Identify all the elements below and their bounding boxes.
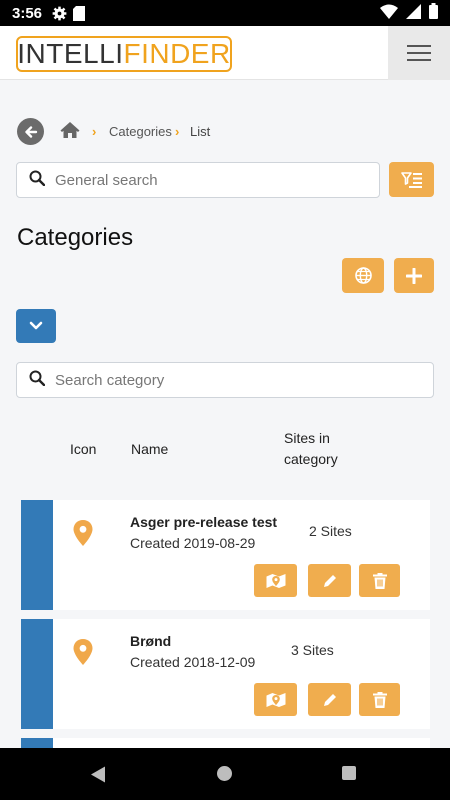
nav-recents-icon[interactable] (342, 766, 356, 780)
category-created: Created 2019-08-29 (130, 535, 256, 551)
expand-toggle-button[interactable] (16, 309, 56, 343)
category-name: Brønd (130, 633, 172, 649)
category-search-input[interactable] (55, 371, 355, 389)
signal-icon (406, 3, 421, 23)
category-color-stripe (21, 500, 53, 610)
back-arrow-icon[interactable] (17, 118, 44, 145)
category-color-stripe (21, 738, 53, 748)
trash-icon[interactable] (359, 683, 400, 716)
home-icon[interactable] (60, 121, 80, 144)
filter-list-icon[interactable] (389, 162, 434, 197)
pencil-icon[interactable] (308, 564, 351, 597)
category-row[interactable]: Asger pre-release test Created 2019-08-2… (21, 500, 430, 610)
category-name: Asger pre-release test (130, 514, 278, 530)
battery-icon (429, 3, 438, 23)
category-color-stripe (21, 619, 53, 729)
column-header-name: Name (131, 441, 169, 457)
plus-icon (406, 267, 422, 284)
logo-text-finder: FINDER (123, 38, 231, 69)
logo-text-intelli: INTELLI (17, 38, 124, 69)
category-site-count: 2 Sites (309, 523, 352, 539)
intellifinder-logo[interactable]: INTELLI FINDER (16, 36, 232, 72)
map-pin-icon (73, 639, 93, 670)
map-pin-icon (73, 520, 93, 551)
search-icon (29, 170, 46, 191)
map-icon[interactable] (254, 683, 297, 716)
category-created: Created 2018-12-09 (130, 654, 256, 670)
nav-home-icon[interactable] (217, 766, 232, 781)
trash-icon[interactable] (359, 564, 400, 597)
status-bar: 3:56 (0, 0, 450, 26)
breadcrumb-categories[interactable]: Categories (109, 124, 172, 139)
wifi-icon (380, 4, 398, 23)
general-search-input[interactable] (55, 171, 355, 189)
column-header-icon: Icon (70, 441, 97, 457)
map-icon[interactable] (254, 564, 297, 597)
hamburger-menu-icon[interactable] (388, 26, 450, 80)
system-navigation-bar (0, 748, 450, 800)
breadcrumb-list: List (190, 124, 211, 139)
add-category-button[interactable] (394, 258, 434, 293)
page-title: Categories (17, 224, 134, 251)
chevron-right-icon: › (92, 124, 97, 139)
status-time: 3:56 (12, 4, 43, 22)
pencil-icon[interactable] (308, 683, 351, 716)
chevron-down-icon (29, 321, 43, 330)
category-row[interactable] (21, 738, 430, 748)
app-header: INTELLI FINDER (0, 26, 450, 80)
category-site-count: 3 Sites (291, 642, 334, 658)
category-row[interactable]: Brønd Created 2018-12-09 3 Sites (21, 619, 430, 729)
general-search-box (16, 162, 380, 198)
category-search-box (16, 362, 434, 398)
chevron-right-icon: › (175, 124, 180, 139)
sd-card-icon (73, 5, 86, 21)
settings-icon (52, 6, 67, 21)
globe-icon[interactable] (342, 258, 384, 293)
search-icon (29, 370, 46, 391)
column-header-sites: Sites in category (284, 430, 338, 467)
nav-back-icon[interactable] (90, 766, 106, 788)
